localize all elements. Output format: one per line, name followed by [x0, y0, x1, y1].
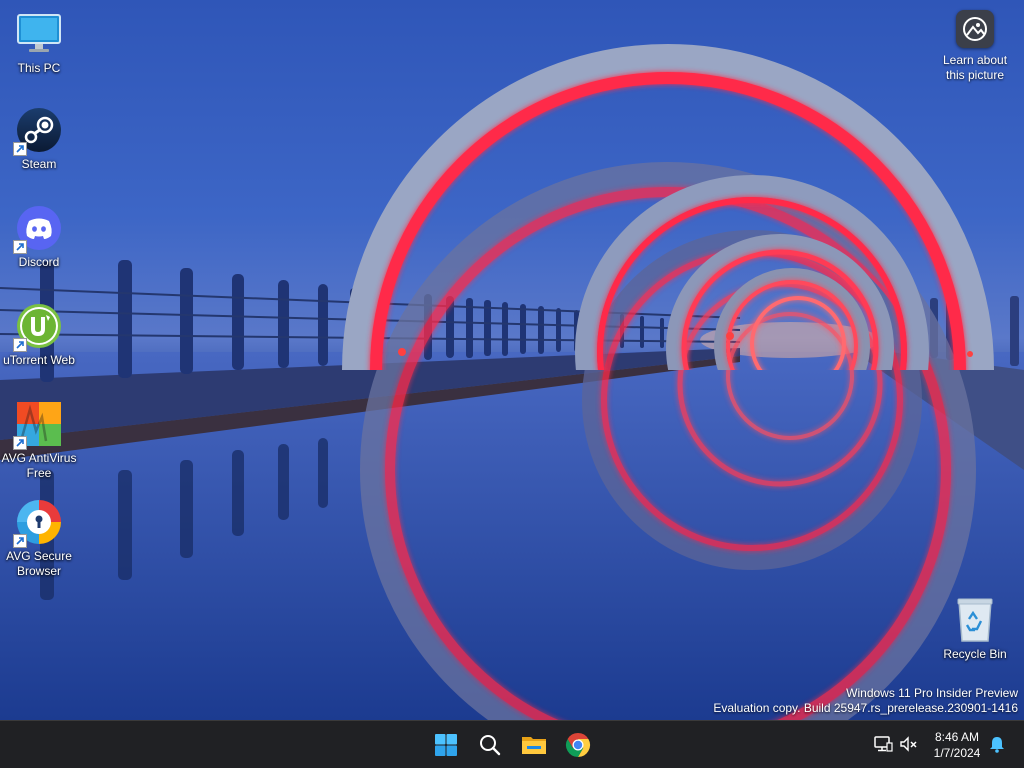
chrome-button[interactable]	[558, 725, 598, 765]
desktop-icon-label: uTorrent Web	[3, 353, 75, 367]
monitor-icon	[15, 10, 63, 58]
avg-antivirus-icon	[13, 400, 63, 450]
desktop-icon-recycle-bin[interactable]: Recycle Bin	[936, 596, 1014, 662]
watermark-build: Evaluation copy. Build 25947.rs_prerelea…	[713, 701, 1018, 715]
desktop-icon-label: Steam	[21, 157, 57, 171]
search-icon	[480, 735, 501, 756]
clock-date: 1/7/2024	[933, 746, 981, 760]
evaluation-watermark: Windows 11 Pro Insider Preview Evaluatio…	[713, 686, 1018, 716]
wallpaper-falkirk-wheel	[0, 44, 1024, 720]
steam-icon	[13, 106, 63, 156]
taskbar: 8:46 AM 1/7/2024	[0, 720, 1024, 768]
utorrent-icon	[13, 302, 63, 352]
desktop-icon-avg-antivirus[interactable]: AVG AntiVirus Free	[0, 400, 78, 481]
learn-about-picture-label: Learn about this picture	[942, 53, 1008, 82]
notification-bell-icon[interactable]	[986, 733, 1008, 755]
clock-time: 8:46 AM	[934, 730, 980, 744]
desktop-icon-label: Recycle Bin	[943, 647, 1007, 661]
desktop-icon-this-pc[interactable]: This PC	[0, 10, 78, 76]
shortcut-arrow-icon	[13, 338, 27, 352]
search-button[interactable]	[470, 725, 510, 765]
volume-muted-icon[interactable]	[898, 733, 920, 755]
shortcut-arrow-icon	[13, 534, 27, 548]
desktop-icon-label: AVG Secure Browser	[6, 549, 72, 578]
chrome-icon	[565, 733, 591, 757]
shortcut-arrow-icon	[13, 240, 27, 254]
watermark-edition: Windows 11 Pro Insider Preview	[846, 686, 1018, 700]
clock[interactable]: 8:46 AM 1/7/2024	[922, 729, 992, 761]
desktop-icon-label: Discord	[18, 255, 60, 269]
folder-icon	[522, 737, 546, 754]
desktop-icon-steam[interactable]: Steam	[0, 106, 78, 172]
recycle-bin-icon	[951, 596, 999, 644]
desktop-icon-discord[interactable]: Discord	[0, 204, 78, 270]
shortcut-arrow-icon	[13, 436, 27, 450]
network-icon[interactable]	[872, 733, 894, 755]
desktop-icon-avg-secure-browser[interactable]: AVG Secure Browser	[0, 498, 78, 579]
file-explorer-button[interactable]	[514, 725, 554, 765]
shortcut-arrow-icon	[13, 142, 27, 156]
camera-info-icon	[956, 10, 994, 48]
avg-browser-icon	[13, 498, 63, 548]
desktop-icon-utorrent-web[interactable]: uTorrent Web	[0, 302, 78, 368]
discord-icon	[13, 204, 63, 254]
desktop[interactable]: This PC Steam Discord uTorrent Web AVG A…	[0, 0, 1024, 720]
learn-about-picture-button[interactable]: Learn about this picture	[934, 10, 1016, 83]
desktop-icon-label: AVG AntiVirus Free	[1, 451, 77, 480]
start-button[interactable]	[426, 725, 466, 765]
windows-logo-icon	[435, 734, 457, 756]
desktop-icon-label: This PC	[17, 61, 61, 75]
